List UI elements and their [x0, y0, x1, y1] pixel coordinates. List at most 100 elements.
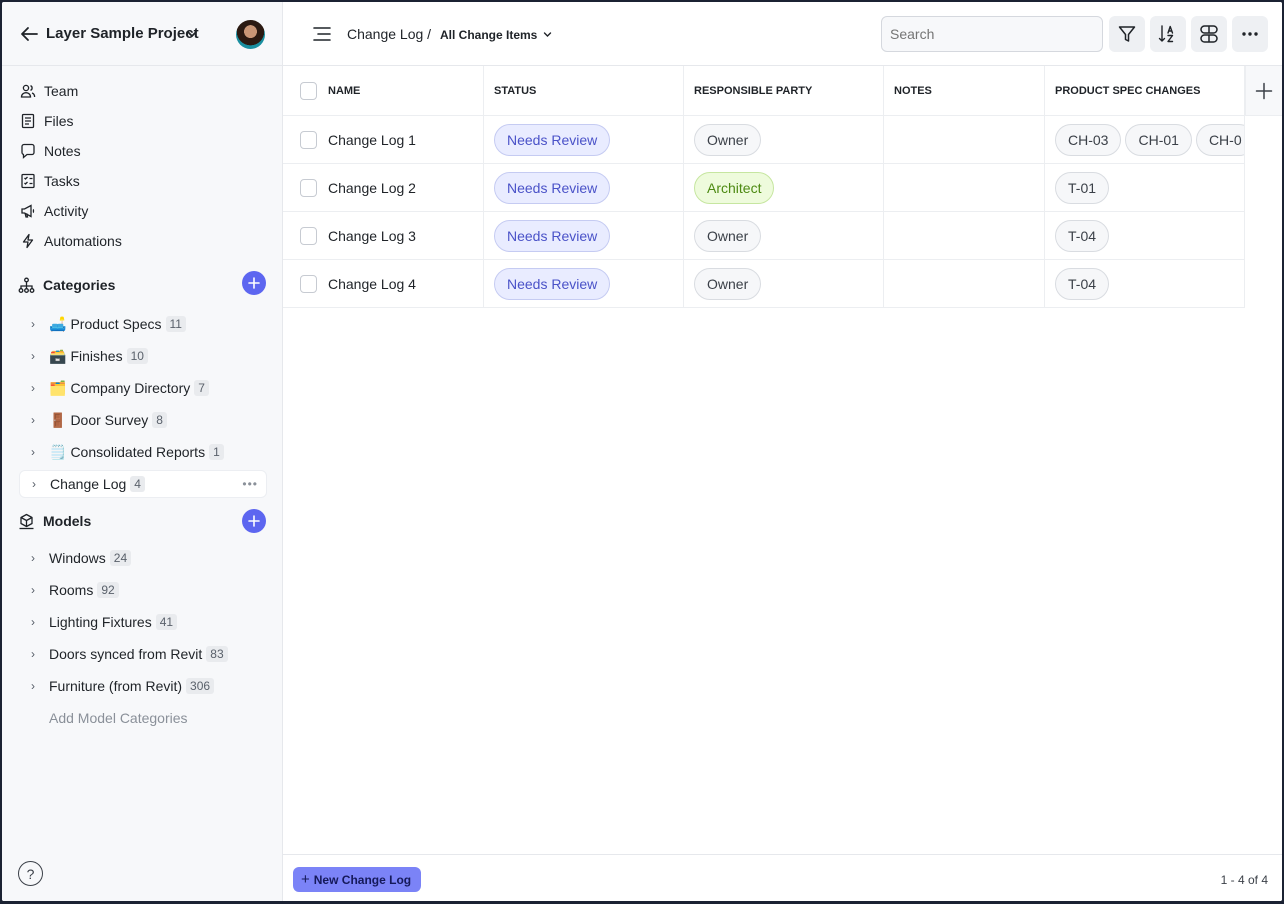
party-badge[interactable]: Owner: [694, 123, 762, 156]
more-actions-button[interactable]: [1232, 16, 1268, 52]
nav-item-files[interactable]: Files: [20, 110, 74, 132]
chevron-right-icon[interactable]: ›: [23, 583, 43, 597]
party-badge[interactable]: Owner: [694, 267, 762, 300]
filter-button[interactable]: [1109, 16, 1145, 52]
name-cell[interactable]: Change Log 4: [317, 260, 484, 307]
breadcrumb-base[interactable]: Change Log /: [347, 26, 431, 42]
column-header-spec[interactable]: PRODUCT SPEC CHANGES: [1045, 66, 1245, 115]
avatar[interactable]: [236, 20, 265, 49]
categories-header[interactable]: Categories: [18, 273, 115, 297]
status-badge[interactable]: Needs Review: [494, 123, 611, 156]
view-selector[interactable]: All Change Items: [440, 28, 537, 42]
model-item-windows[interactable]: › Windows 24: [19, 544, 267, 572]
new-change-log-button[interactable]: + New Change Log: [293, 867, 422, 892]
model-item-lighting-fixtures[interactable]: › Lighting Fixtures 41: [19, 608, 267, 636]
spec-cell[interactable]: T-04: [1045, 212, 1245, 259]
chevron-right-icon[interactable]: ›: [23, 445, 43, 459]
table-row[interactable]: Change Log 1 Needs Review Owner CH-03 CH…: [283, 116, 1245, 164]
nav-item-automations[interactable]: Automations: [20, 230, 122, 252]
spec-chip[interactable]: CH-0: [1195, 123, 1244, 156]
spec-chip[interactable]: CH-03: [1055, 123, 1122, 156]
table-row[interactable]: Change Log 4 Needs Review Owner T-04: [283, 260, 1245, 308]
chevron-right-icon[interactable]: ›: [24, 477, 44, 491]
models-header[interactable]: Models: [18, 509, 91, 533]
add-column-button[interactable]: [1245, 66, 1282, 116]
chevron-right-icon[interactable]: ›: [23, 679, 43, 693]
chevron-right-icon[interactable]: ›: [23, 615, 43, 629]
notes-cell[interactable]: [884, 116, 1045, 163]
row-checkbox[interactable]: [300, 130, 317, 149]
model-label: Furniture (from Revit): [49, 678, 183, 694]
chevron-right-icon[interactable]: ›: [23, 317, 43, 331]
column-header-status[interactable]: STATUS: [484, 66, 684, 115]
menu-icon[interactable]: [313, 26, 331, 42]
notes-cell[interactable]: [884, 164, 1045, 211]
nav-item-activity[interactable]: Activity: [20, 200, 88, 222]
chevron-down-icon[interactable]: [186, 29, 198, 39]
status-badge[interactable]: Needs Review: [494, 267, 611, 300]
spec-chip[interactable]: T-04: [1055, 267, 1110, 300]
category-item-consolidated-reports[interactable]: › 🗒️ Consolidated Reports 1: [19, 438, 267, 466]
chevron-right-icon[interactable]: ›: [23, 413, 43, 427]
chevron-right-icon[interactable]: ›: [23, 349, 43, 363]
row-checkbox[interactable]: [300, 226, 317, 245]
spec-cell[interactable]: CH-03 CH-01 CH-0: [1045, 116, 1245, 163]
name-cell[interactable]: Change Log 3: [317, 212, 484, 259]
spec-chip[interactable]: T-01: [1055, 171, 1110, 204]
nav-item-tasks[interactable]: Tasks: [20, 170, 80, 192]
chevron-down-icon[interactable]: [543, 31, 552, 38]
project-title[interactable]: Layer Sample Project: [46, 25, 199, 42]
sort-button[interactable]: [1150, 16, 1186, 52]
model-item-rooms[interactable]: › Rooms 92: [19, 576, 267, 604]
spec-cell[interactable]: T-01: [1045, 164, 1245, 211]
notes-cell[interactable]: [884, 212, 1045, 259]
party-badge[interactable]: Architect: [694, 171, 775, 204]
nav-item-notes[interactable]: Notes: [20, 140, 81, 162]
help-button[interactable]: ?: [18, 861, 43, 886]
more-options-icon[interactable]: •••: [242, 477, 258, 491]
spec-cell[interactable]: T-04: [1045, 260, 1245, 307]
chevron-right-icon[interactable]: ›: [23, 381, 43, 395]
category-item-door-survey[interactable]: › 🚪 Door Survey 8: [19, 406, 267, 434]
column-header-notes[interactable]: NOTES: [884, 66, 1045, 115]
plus-icon: +: [301, 871, 310, 888]
status-cell[interactable]: Needs Review: [484, 164, 684, 211]
add-model-button[interactable]: [242, 509, 266, 533]
model-item-doors-revit[interactable]: › Doors synced from Revit 83: [19, 640, 267, 668]
status-cell[interactable]: Needs Review: [484, 260, 684, 307]
spec-chip[interactable]: T-04: [1055, 219, 1110, 252]
party-cell[interactable]: Owner: [684, 260, 884, 307]
party-cell[interactable]: Architect: [684, 164, 884, 211]
select-all-checkbox[interactable]: [300, 81, 317, 100]
model-item-furniture-revit[interactable]: › Furniture (from Revit) 306: [19, 672, 267, 700]
status-cell[interactable]: Needs Review: [484, 116, 684, 163]
notes-cell[interactable]: [884, 260, 1045, 307]
table-row[interactable]: Change Log 3 Needs Review Owner T-04: [283, 212, 1245, 260]
status-cell[interactable]: Needs Review: [484, 212, 684, 259]
add-category-button[interactable]: [242, 271, 266, 295]
row-checkbox[interactable]: [300, 178, 317, 197]
add-model-categories-link[interactable]: Add Model Categories: [49, 710, 188, 726]
search-input[interactable]: [881, 16, 1103, 52]
category-item-company-directory[interactable]: › 🗂️ Company Directory 7: [19, 374, 267, 402]
row-checkbox[interactable]: [300, 274, 317, 293]
spec-chip[interactable]: CH-01: [1125, 123, 1192, 156]
view-options-button[interactable]: [1191, 16, 1227, 52]
party-badge[interactable]: Owner: [694, 219, 762, 252]
chevron-right-icon[interactable]: ›: [23, 551, 43, 565]
category-item-change-log[interactable]: › Change Log 4 •••: [19, 470, 267, 498]
party-cell[interactable]: Owner: [684, 116, 884, 163]
category-item-finishes[interactable]: › 🗃️ Finishes 10: [19, 342, 267, 370]
party-cell[interactable]: Owner: [684, 212, 884, 259]
status-badge[interactable]: Needs Review: [494, 219, 611, 252]
table-row[interactable]: Change Log 2 Needs Review Architect T-01: [283, 164, 1245, 212]
status-badge[interactable]: Needs Review: [494, 171, 611, 204]
nav-item-team[interactable]: Team: [20, 80, 78, 102]
name-cell[interactable]: Change Log 2: [317, 164, 484, 211]
category-item-product-specs[interactable]: › 🛋️ Product Specs 11: [19, 310, 267, 338]
name-cell[interactable]: Change Log 1: [317, 116, 484, 163]
back-arrow-icon[interactable]: [20, 26, 38, 42]
column-header-name[interactable]: NAME: [317, 66, 484, 115]
chevron-right-icon[interactable]: ›: [23, 647, 43, 661]
column-header-party[interactable]: RESPONSIBLE PARTY: [684, 66, 884, 115]
